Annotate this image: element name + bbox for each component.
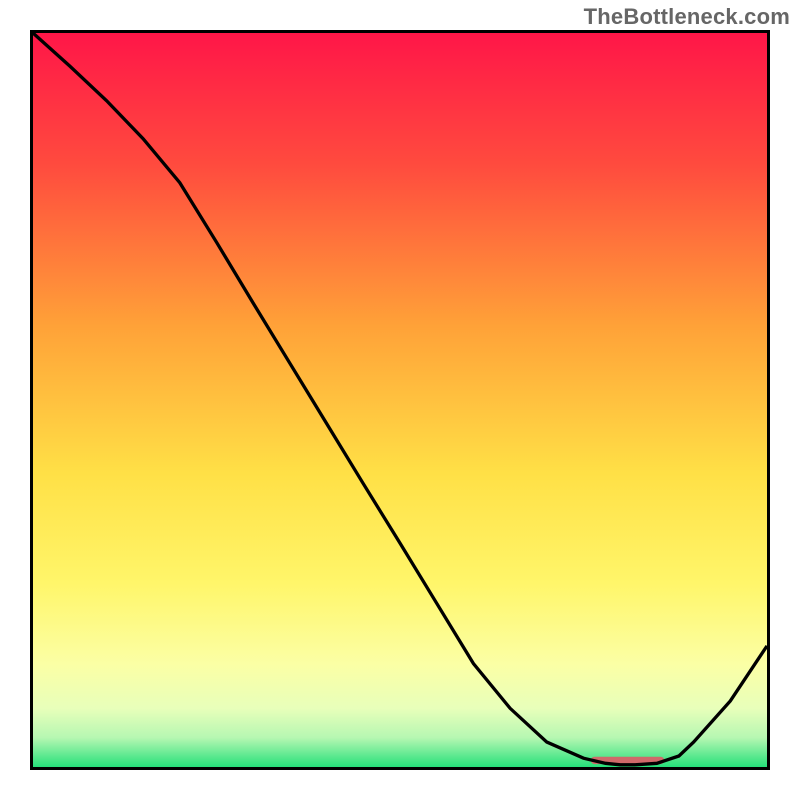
chart-container: TheBottleneck.com	[0, 0, 800, 800]
chart-svg	[33, 33, 767, 767]
watermark-text: TheBottleneck.com	[584, 4, 790, 30]
plot-area	[30, 30, 770, 770]
gradient-background	[33, 33, 767, 767]
